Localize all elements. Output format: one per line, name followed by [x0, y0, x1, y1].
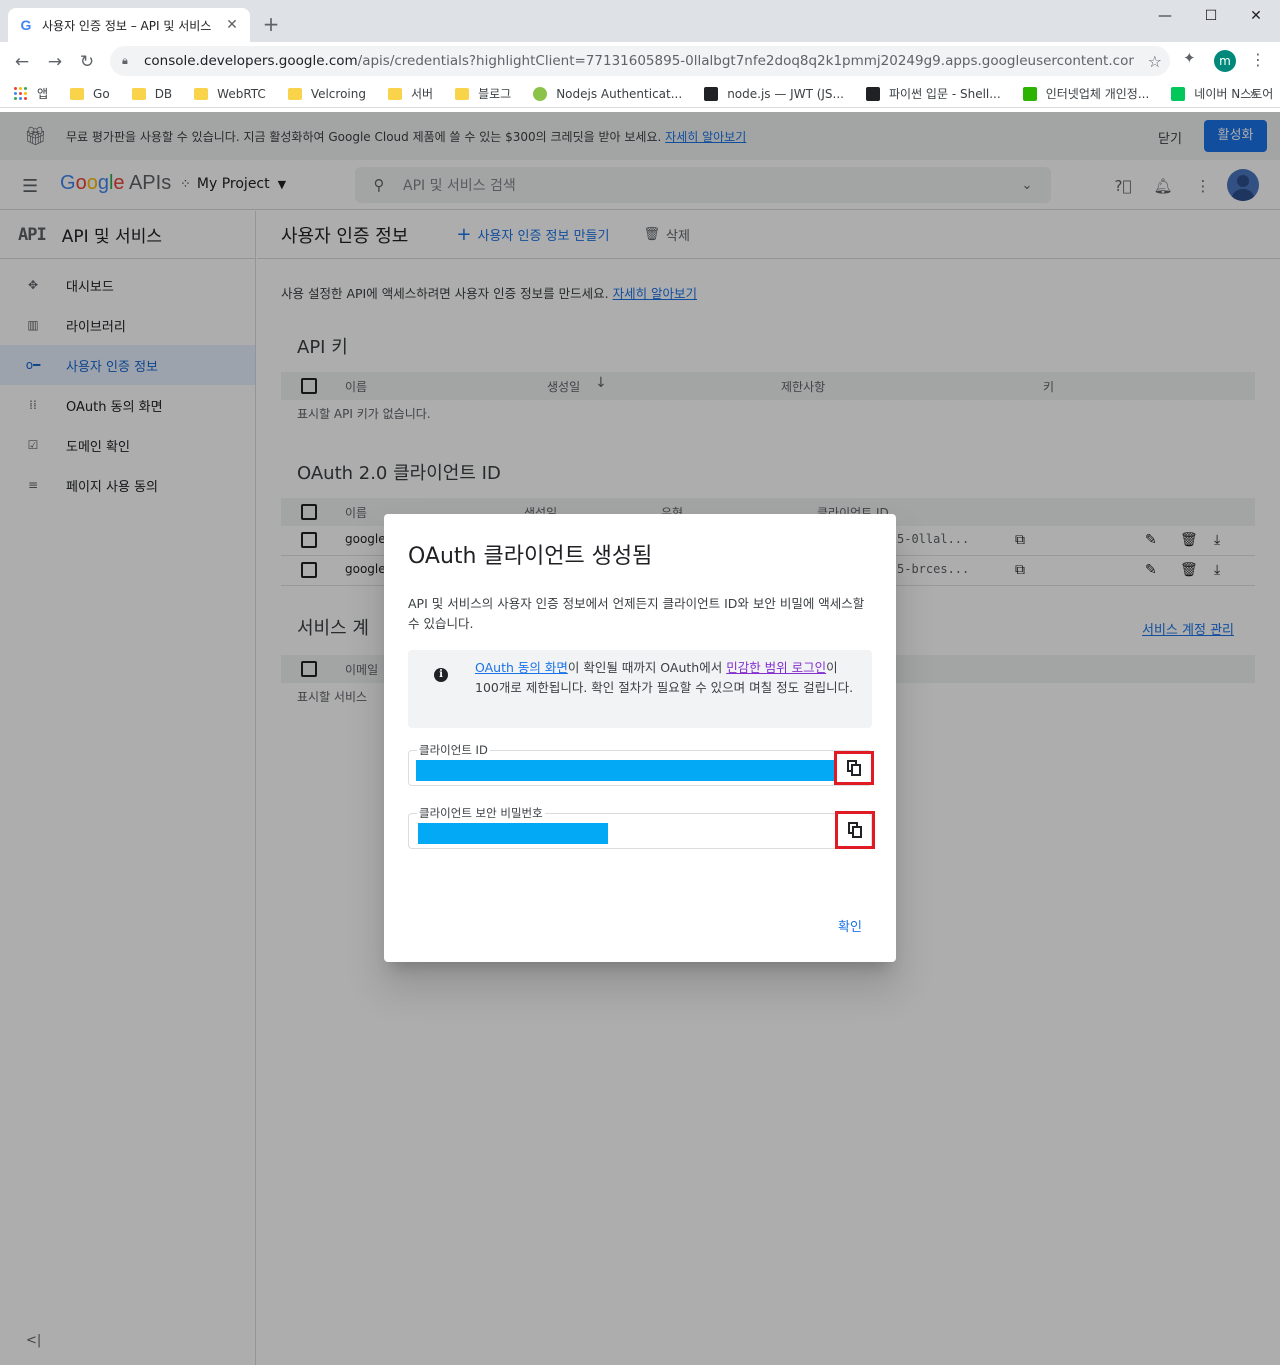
profile-avatar[interactable]: m — [1214, 50, 1236, 72]
browser-menu-icon[interactable]: ⋮ — [1250, 50, 1266, 69]
bookmarks-bar: 앱 Go DB WebRTC Velcroing 서버 블로그 Nodejs Authenti… — [0, 80, 1280, 108]
lock-icon: 🔒︎ — [122, 54, 128, 67]
minimize-button[interactable]: — — [1142, 4, 1188, 28]
dialog-title: OAuth 클라이언트 생성됨 — [408, 544, 653, 569]
tab-title: 사용자 인증 정보 – API 및 서비스 — [42, 18, 212, 33]
folder-icon — [287, 87, 302, 100]
browser-toolbar: ← → ↻ 🔒︎ console.developers.google.com/a… — [0, 42, 1280, 80]
bookmark-item[interactable]: 네이버 N스토어 — [1171, 85, 1273, 102]
bookmark-item[interactable]: Go — [70, 87, 110, 101]
bookmark-label: 블로그 — [478, 87, 512, 101]
copy-client-id-button[interactable] — [834, 751, 874, 785]
info-text: OAuth 동의 화면이 확인될 때까지 OAuth에서 민감한 범위 로그인이… — [475, 660, 854, 695]
browser-tab-bar: G 사용자 인증 정보 – API 및 서비스 ✕ + — ☐ ✕ — [0, 0, 1280, 42]
copy-client-secret-button[interactable] — [835, 811, 875, 849]
client-id-field[interactable]: 클라이언트 ID — [408, 742, 872, 786]
site-favicon-icon — [533, 86, 548, 101]
apps-grid-icon — [14, 86, 28, 101]
redacted-client-id — [416, 760, 836, 781]
bookmark-item[interactable]: node.js — JWT (JS... — [704, 86, 844, 101]
close-window-button[interactable]: ✕ — [1233, 4, 1279, 28]
folder-icon — [194, 87, 209, 100]
client-id-label: 클라이언트 ID — [417, 742, 490, 758]
extensions-icon[interactable]: ✦ — [1183, 49, 1196, 67]
site-favicon-icon — [1022, 86, 1037, 101]
new-tab-button[interactable]: + — [260, 12, 282, 36]
client-secret-field[interactable]: 클라이언트 보안 비밀번호 — [408, 805, 872, 849]
info-icon: i — [434, 668, 448, 682]
reload-icon[interactable]: ↻ — [75, 50, 99, 74]
folder-icon — [131, 87, 146, 100]
site-favicon-icon — [1171, 86, 1186, 101]
folder-icon — [70, 87, 85, 100]
bookmark-label: Velcroing — [310, 86, 366, 101]
sensitive-scope-link[interactable]: 민감한 범위 로그인 — [726, 660, 826, 675]
dialog-description: API 및 서비스의 사용자 인증 정보에서 언제든지 클라이언트 ID와 보안… — [408, 596, 865, 631]
copy-icon — [847, 760, 861, 776]
folder-icon — [455, 87, 470, 100]
ok-button[interactable]: 확인 — [838, 916, 862, 935]
redacted-client-secret — [418, 823, 608, 844]
bookmark-item[interactable]: 파이썬 입문 - Shell... — [866, 85, 1001, 102]
bookmark-label: 인터넷업체 개인정... — [1045, 87, 1150, 101]
google-favicon-icon: G — [20, 17, 32, 33]
bookmark-label: 서버 — [410, 87, 434, 101]
client-secret-label: 클라이언트 보안 비밀번호 — [417, 805, 545, 821]
maximize-button[interactable]: ☐ — [1188, 4, 1234, 28]
bookmark-label: WebRTC — [217, 86, 266, 101]
bookmark-item[interactable]: 인터넷업체 개인정... — [1022, 85, 1150, 102]
bookmark-label: 앱 — [37, 87, 49, 101]
bookmark-label: Go — [93, 86, 110, 101]
bookmarks-overflow-icon[interactable]: » — [1249, 86, 1258, 102]
forward-icon[interactable]: → — [43, 50, 67, 74]
oauth-consent-link[interactable]: OAuth 동의 화면 — [475, 660, 568, 675]
bookmark-label: 파이썬 입문 - Shell... — [889, 87, 1001, 101]
bookmark-item[interactable]: Nodejs Authenticat... — [533, 86, 683, 101]
tab-close-icon[interactable]: ✕ — [224, 17, 240, 33]
oauth-client-created-dialog: OAuth 클라이언트 생성됨 API 및 서비스의 사용자 인증 정보에서 언… — [384, 514, 896, 962]
bookmark-item[interactable]: DB — [131, 86, 173, 101]
browser-tab[interactable]: G 사용자 인증 정보 – API 및 서비스 ✕ — [8, 8, 250, 42]
address-bar[interactable]: 🔒︎ console.developers.google.com/apis/cr… — [110, 46, 1170, 76]
copy-icon — [848, 822, 862, 838]
bookmark-label: node.js — JWT (JS... — [727, 86, 844, 101]
site-favicon-icon — [704, 86, 719, 101]
bookmark-label: DB — [154, 86, 173, 101]
bookmark-item[interactable]: 서버 — [387, 85, 434, 102]
bookmark-label: Nodejs Authenticat... — [556, 86, 683, 101]
url-text: console.developers.google.com/apis/crede… — [144, 53, 1134, 69]
bookmark-item[interactable]: 앱 — [14, 85, 48, 102]
bookmark-label: 네이버 N스토어 — [1194, 87, 1274, 101]
info-notice: i OAuth 동의 화면이 확인될 때까지 OAuth에서 민감한 범위 로그… — [408, 650, 872, 728]
bookmark-item[interactable]: WebRTC — [194, 87, 266, 101]
bookmark-item[interactable]: 블로그 — [455, 85, 511, 102]
site-favicon-icon — [866, 86, 880, 101]
back-icon[interactable]: ← — [10, 50, 34, 74]
bookmark-star-icon[interactable]: ☆ — [1148, 52, 1162, 71]
folder-icon — [387, 87, 402, 100]
bookmark-item[interactable]: Velcroing — [287, 86, 366, 101]
